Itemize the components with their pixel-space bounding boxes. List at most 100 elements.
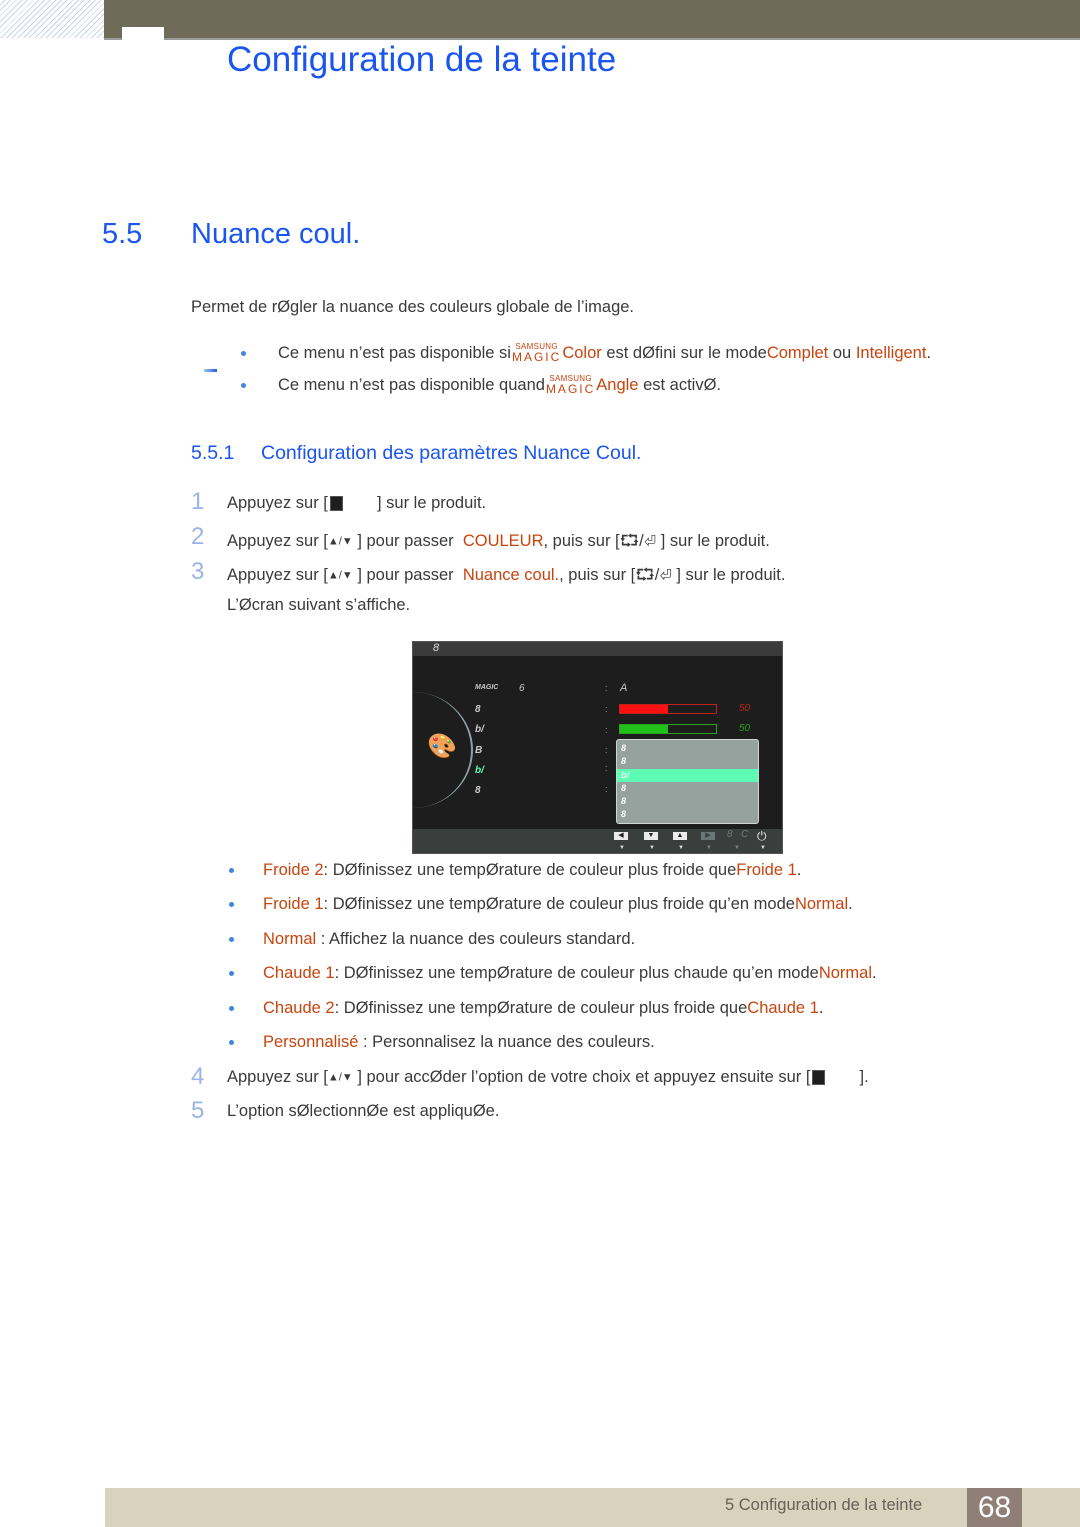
footer-chapter-label: 5 Configuration de la teinte bbox=[725, 1496, 923, 1514]
osd-footer-marker: ▼ bbox=[734, 845, 740, 851]
red-level-bar[interactable] bbox=[619, 704, 717, 714]
step-text-part: ] sur le produit. bbox=[660, 532, 770, 550]
osd-menu-item-active[interactable]: b/ bbox=[475, 765, 484, 776]
dropdown-option[interactable]: 8 bbox=[621, 783, 626, 793]
osd-colon: : bbox=[605, 763, 608, 773]
step-text-part: Appuyez sur [ bbox=[227, 566, 328, 584]
power-icon[interactable]: ⏻ bbox=[757, 829, 767, 844]
osd-value: A bbox=[620, 682, 628, 694]
osd-footer-marker: ▼ bbox=[649, 845, 655, 851]
osd-up-button[interactable]: ▲ bbox=[673, 832, 687, 840]
option-item: Chaude 1: DØfinissez une tempØrature de … bbox=[229, 964, 877, 983]
step-text-part: ] pour passer bbox=[357, 566, 459, 584]
step-number: 3 bbox=[191, 558, 205, 585]
option-end: . bbox=[872, 964, 877, 982]
footer-bar bbox=[105, 1488, 1080, 1527]
bullet-icon bbox=[229, 868, 234, 873]
samsung-magic-logo: SAMSUNG MAGIC bbox=[545, 374, 596, 396]
bullet-icon bbox=[229, 937, 234, 942]
note-text: Ce menu n’est pas disponible quand bbox=[278, 375, 545, 394]
dropdown-option[interactable]: 8 bbox=[621, 756, 626, 766]
note-text: est activØ. bbox=[638, 375, 722, 394]
option-desc: : DØfinissez une tempØrature de couleur … bbox=[323, 895, 795, 913]
step-text-part: ] pour accØder l’option de votre choix e… bbox=[357, 1068, 811, 1086]
option-name: Normal bbox=[263, 930, 317, 948]
osd-menu-item[interactable]: 8 bbox=[475, 704, 481, 715]
note-feature: Angle bbox=[596, 375, 639, 394]
dropdown-option[interactable]: 8 bbox=[621, 743, 626, 753]
up-down-arrow-icon: ▲/▼ bbox=[327, 535, 353, 548]
page-number: 68 bbox=[967, 1488, 1022, 1527]
step-text-part: ] sur le produit. bbox=[344, 494, 487, 512]
osd-footer-marker: ▼ bbox=[760, 845, 766, 851]
osd-colon: : bbox=[605, 725, 608, 735]
osd-footer-marker: ▼ bbox=[678, 845, 684, 851]
dropdown-option-selected[interactable]: b/ bbox=[621, 770, 629, 780]
osd-right-button[interactable]: ▶ bbox=[701, 832, 715, 840]
step-text: L’option sØlectionnØe est appliquØe. bbox=[227, 1102, 500, 1120]
option-desc: : DØfinissez une tempØrature de couleur … bbox=[323, 861, 737, 879]
osd-colon: : bbox=[605, 683, 608, 693]
option-end: . bbox=[796, 861, 802, 879]
note-item: Ce menu n’est pas disponible si SAMSUNG M… bbox=[241, 343, 931, 363]
osd-menu-item[interactable]: MAGIC bbox=[475, 684, 498, 691]
note-option: Intelligent bbox=[855, 343, 927, 362]
up-down-arrow-icon: ▲/▼ bbox=[327, 569, 353, 582]
subsection-title: Configuration des paramètres Nuance Coul… bbox=[261, 442, 642, 464]
step-text: Appuyez sur [▲/▼ ] pour accØder l’option… bbox=[227, 1068, 869, 1087]
note-text: Ce menu n’est pas disponible si bbox=[278, 343, 511, 362]
note-item: Ce menu n’est pas disponible quand SAMSU… bbox=[241, 375, 721, 395]
step-text-part: Appuyez sur [ bbox=[227, 1068, 328, 1086]
bullet-icon bbox=[229, 1006, 234, 1011]
bullet-icon bbox=[229, 1040, 234, 1045]
source-enter-icon: ⮔/⏎ bbox=[635, 566, 672, 584]
dropdown-option[interactable]: 8 bbox=[621, 796, 626, 806]
menu-button-icon bbox=[812, 1070, 826, 1086]
step-text-part: ] pour passer bbox=[357, 532, 459, 550]
step-number: 1 bbox=[191, 488, 205, 515]
option-name: Froide 2 bbox=[263, 861, 324, 879]
step-text-part: , puis sur [ bbox=[543, 532, 620, 550]
note-option: Complet bbox=[766, 343, 829, 362]
step-highlight: Nuance coul. bbox=[462, 566, 560, 584]
option-desc: : Personnalisez la nuance des couleurs. bbox=[358, 1033, 655, 1051]
red-level-value: 50 bbox=[739, 703, 751, 714]
osd-colon: : bbox=[605, 745, 608, 755]
osd-down-button[interactable]: ▼ bbox=[644, 832, 658, 840]
osd-left-button[interactable]: ◀ bbox=[614, 832, 628, 840]
option-ref: Chaude 1 bbox=[747, 999, 819, 1017]
dropdown-selection-highlight bbox=[617, 769, 758, 782]
palette-icon: 🎨 bbox=[427, 733, 457, 760]
dropdown-option[interactable]: 8 bbox=[621, 809, 626, 819]
option-ref: Froide 1 bbox=[736, 861, 797, 879]
header-hatch-decoration bbox=[0, 0, 104, 38]
osd-menu-item[interactable]: 8 bbox=[475, 785, 481, 796]
chapter-title: Configuration de la teinte bbox=[227, 40, 617, 79]
step-text-part: Appuyez sur [ bbox=[227, 494, 328, 512]
note-text: ou bbox=[828, 343, 856, 362]
option-end: . bbox=[818, 999, 824, 1017]
note-text: . bbox=[926, 343, 932, 362]
osd-menu-item[interactable]: b/ bbox=[475, 724, 484, 735]
option-item: Normal : Affichez la nuance des couleurs… bbox=[229, 930, 635, 949]
section-intro: Permet de rØgler la nuance des couleurs … bbox=[191, 298, 635, 316]
up-down-arrow-icon: ▲/▼ bbox=[327, 1071, 353, 1084]
green-level-bar[interactable] bbox=[619, 724, 717, 734]
osd-header-glyph: 8 bbox=[433, 642, 440, 654]
red-level-fill bbox=[620, 705, 668, 713]
step-highlight: COULEUR bbox=[462, 532, 544, 550]
header-tab-notch bbox=[122, 27, 164, 40]
green-level-fill bbox=[620, 725, 668, 733]
step-text-part: , puis sur [ bbox=[559, 566, 636, 584]
option-desc: : DØfinissez une tempØrature de couleur … bbox=[334, 964, 819, 982]
bullet-icon bbox=[241, 382, 246, 388]
bullet-icon bbox=[241, 350, 246, 356]
bullet-icon bbox=[229, 902, 234, 907]
bullet-icon bbox=[229, 971, 234, 976]
step-text: Appuyez sur [▲/▼ ] pour passer COULEUR, … bbox=[227, 529, 770, 557]
osd-menu-item[interactable]: B bbox=[475, 745, 482, 756]
option-ref: Normal bbox=[794, 895, 849, 913]
osd-footer-marker: ▼ bbox=[706, 845, 712, 851]
option-item: Froide 1: DØfinissez une tempØrature de … bbox=[229, 895, 853, 914]
option-desc: : Affichez la nuance des couleurs standa… bbox=[316, 930, 636, 948]
